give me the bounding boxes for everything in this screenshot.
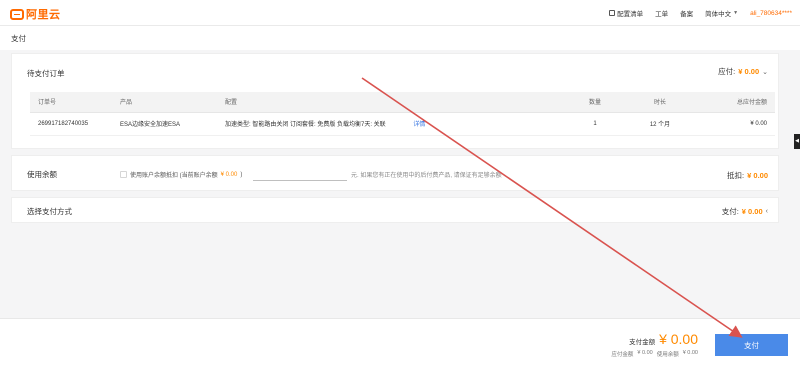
pay-total: 支付金额 ¥ 0.00 <box>629 331 698 347</box>
page-title: 支付 <box>11 34 26 43</box>
current-balance: ¥ 0.00 <box>220 171 238 178</box>
col-total: 总应付金额 <box>695 92 775 113</box>
col-order-no: 订单号 <box>30 92 112 113</box>
pending-orders-title: 待支付订单 <box>27 69 65 78</box>
config-text: 加速类型: 智能路由关闭 订阅套餐: 免费版 负载均衡7天: 关联 <box>225 122 386 128</box>
nav-account[interactable]: ali_780634**** <box>750 10 792 17</box>
config-cell: 加速类型: 智能路由关闭 订阅套餐: 免费版 负载均衡7天: 关联 详情 <box>217 112 565 136</box>
balance-title: 使用余额 <box>27 170 57 179</box>
nav-config-list-label: 配置清单 <box>617 11 644 18</box>
table-row: 269917182740035 ESA边缘安全加速ESA 加速类型: 智能路由关… <box>30 112 775 136</box>
nav-language[interactable]: 简体中文 ▼ <box>705 8 738 18</box>
col-duration: 时长 <box>625 92 695 113</box>
payable-amount: ¥ 0.00 <box>738 67 760 76</box>
balance-hint: 元. 如果您有正在使用中的后付费产品, 请保证有足够余额 <box>351 173 502 179</box>
page-header: 支付 <box>0 26 800 50</box>
payable-breakdown-label: 应付金额 <box>611 352 634 358</box>
nav-language-label: 简体中文 <box>705 11 732 18</box>
balance-breakdown-value: ¥ 0.00 <box>682 350 698 356</box>
top-bar: 阿里云 配置清单 工单 备案 简体中文 ▼ ali_780634**** <box>0 0 800 26</box>
balance-card: 使用余额 使用账户余额抵扣 (当前账户余额 ¥ 0.00 ) 元. 如果您有正在… <box>11 155 779 191</box>
orders-table-header: 订单号 产品 配置 数量 时长 总应付金额 <box>30 92 775 113</box>
balance-breakdown-label: 使用余额 <box>656 352 679 358</box>
duration-cell: 12 个月 <box>625 112 695 136</box>
pay-button[interactable]: 支付 <box>715 334 788 356</box>
balance-amount-input[interactable] <box>253 167 347 181</box>
nav-config-list[interactable]: 配置清单 <box>609 8 643 18</box>
payment-method-title: 选择支付方式 <box>27 207 72 216</box>
use-balance-option[interactable]: 使用账户余额抵扣 (当前账户余额 ¥ 0.00 ) <box>120 170 242 179</box>
quantity-cell: 1 <box>565 112 625 136</box>
chevron-down-icon: ▼ <box>733 10 739 16</box>
product-cell: ESA边缘安全加速ESA <box>112 112 217 136</box>
col-config: 配置 <box>217 92 565 113</box>
pay-amount-label: 支付金额 <box>629 339 656 346</box>
side-collapse-handle[interactable]: ◀ <box>794 134 800 149</box>
total-cell: ¥ 0.00 <box>695 112 775 136</box>
payment-amount: ¥ 0.00 <box>741 207 763 216</box>
orders-table: 订单号 产品 配置 数量 时长 总应付金额 269917182740035 ES… <box>30 92 775 136</box>
order-no-cell: 269917182740035 <box>30 112 112 136</box>
logo-text: 阿里云 <box>26 9 61 21</box>
payable-label: 应付: <box>718 67 736 76</box>
chevron-left-icon[interactable]: ‹ <box>766 208 768 215</box>
pay-footer: 支付金额 ¥ 0.00 应付金额 ¥ 0.00 使用余额 ¥ 0.00 支付 <box>0 318 800 368</box>
payable-breakdown-value: ¥ 0.00 <box>637 350 653 356</box>
chevron-down-icon[interactable]: ⌄ <box>762 68 768 76</box>
pending-orders-card: 待支付订单 应付: ¥ 0.00 ⌄ 订单号 产品 配置 数量 时长 总应付金额… <box>11 53 779 149</box>
use-balance-label-suffix: ) <box>240 171 243 178</box>
col-quantity: 数量 <box>565 92 625 113</box>
nav-filing[interactable]: 备案 <box>680 8 693 18</box>
use-balance-checkbox[interactable] <box>120 171 127 178</box>
use-balance-label: 使用账户余额抵扣 (当前账户余额 <box>130 173 218 179</box>
config-list-icon <box>609 10 616 16</box>
col-product: 产品 <box>112 92 217 113</box>
payable-summary[interactable]: 应付: ¥ 0.00 ⌄ <box>718 66 768 77</box>
nav-tickets[interactable]: 工单 <box>655 8 668 18</box>
aliyun-logo[interactable]: 阿里云 <box>10 6 61 22</box>
deduct-label: 抵扣: <box>727 171 745 180</box>
payment-summary[interactable]: 支付: ¥ 0.00 ‹ <box>722 206 768 217</box>
deduct-amount: ¥ 0.00 <box>747 171 768 180</box>
top-nav: 配置清单 工单 备案 简体中文 ▼ ali_780634**** <box>609 8 792 18</box>
pay-breakdown: 应付金额 ¥ 0.00 使用余额 ¥ 0.00 <box>611 350 698 358</box>
detail-link[interactable]: 详情 <box>413 122 425 128</box>
payment-method-card[interactable]: 选择支付方式 支付: ¥ 0.00 ‹ <box>11 197 779 223</box>
pay-amount: ¥ 0.00 <box>659 331 698 347</box>
aliyun-logo-icon <box>10 8 24 20</box>
deduct-summary: 抵扣: ¥ 0.00 <box>727 170 768 181</box>
main-content: 待支付订单 应付: ¥ 0.00 ⌄ 订单号 产品 配置 数量 时长 总应付金额… <box>11 53 779 229</box>
payment-label: 支付: <box>721 207 739 216</box>
